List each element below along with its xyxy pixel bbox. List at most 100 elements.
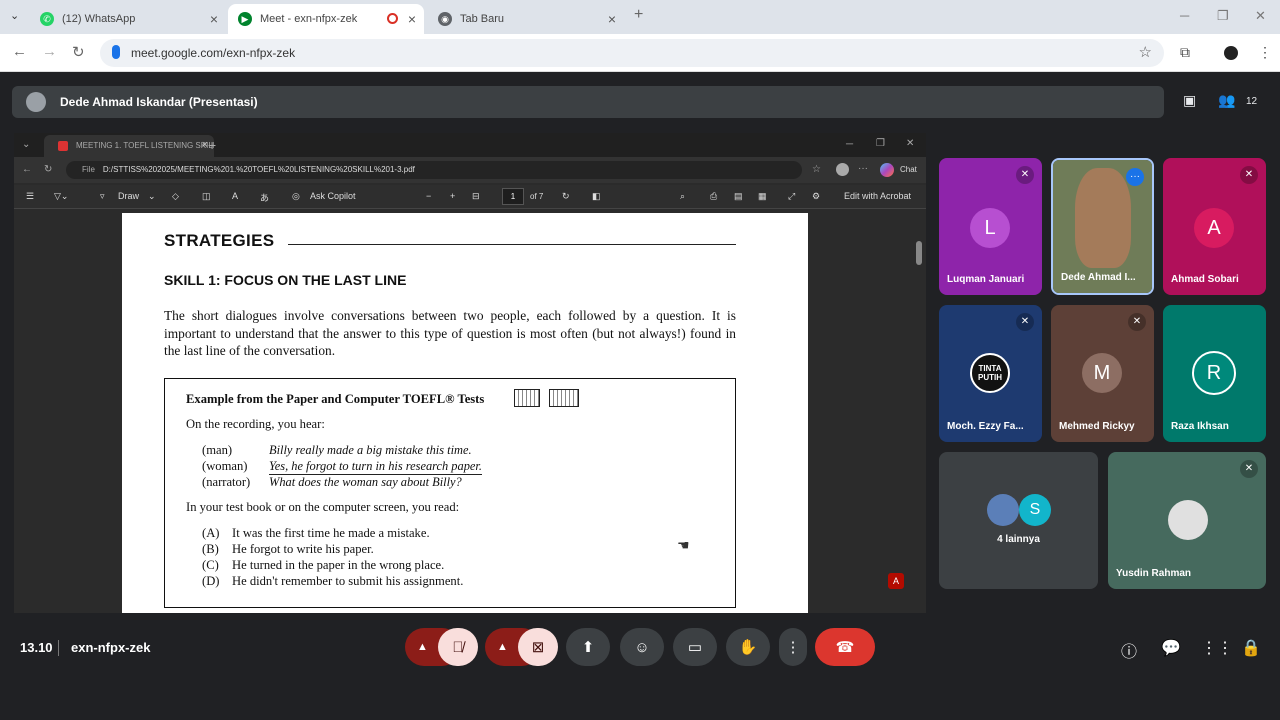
extensions-icon[interactable]: ⧉: [1180, 44, 1190, 61]
more-options-button[interactable]: ⋮: [779, 628, 807, 666]
minimize-icon[interactable]: ─: [1180, 8, 1189, 23]
chat-icon[interactable]: 💬: [1161, 638, 1181, 658]
text-box-icon: ◫: [202, 191, 211, 201]
maximize-icon[interactable]: ❐: [1217, 8, 1229, 24]
shared-url-box: File D:/STTISS%202025/MEETING%201.%20TOEF…: [66, 161, 802, 179]
recording-icon: [387, 13, 398, 24]
back-icon: ←: [22, 164, 32, 175]
raise-hand-button[interactable]: ✋: [726, 628, 770, 666]
copilot-icon: [880, 163, 894, 177]
close-icon[interactable]: ×: [408, 11, 416, 27]
example-box: Example from the Paper and Computer TOEF…: [164, 378, 736, 608]
participant-tile-active[interactable]: ··· Dede Ahmad I...: [1051, 158, 1154, 295]
forward-icon[interactable]: →: [42, 43, 57, 60]
option-letter: (B): [202, 542, 219, 556]
expand-icon: ⤢: [788, 191, 796, 201]
reload-icon[interactable]: ↻: [72, 43, 85, 61]
apps-icon[interactable]: ⋮⋮: [1201, 638, 1233, 658]
option-text: He didn't remember to submit his assignm…: [232, 574, 464, 588]
shared-screen: ⌄ MEETING 1. TOEFL LISTENING SKILL 1-3.p…: [14, 133, 926, 613]
menu-icon[interactable]: ⋮: [1258, 44, 1272, 61]
participant-tile[interactable]: M ✕ Mehmed Rickyy: [1051, 305, 1154, 442]
more-vert-icon: ⋮: [785, 639, 801, 656]
host-controls-icon[interactable]: 🔒: [1241, 638, 1261, 658]
others-count: 4 lainnya: [997, 534, 1040, 545]
address-bar[interactable]: meet.google.com/exn-nfpx-zek ☆: [100, 39, 1164, 67]
maximize-icon: ❐: [876, 138, 885, 149]
speaker-label: (narrator): [202, 475, 251, 489]
search-icon: ⌕: [680, 191, 686, 201]
meet-icon: ▶: [238, 12, 252, 26]
read-aloud-icon: A: [232, 191, 239, 201]
more-options-icon[interactable]: ···: [1126, 168, 1144, 186]
participant-count: 12: [1246, 96, 1258, 107]
draw-icon: ▿: [100, 191, 105, 201]
avatar: [26, 92, 46, 112]
video-off-icon[interactable]: ▣: [1183, 92, 1196, 109]
participant-tile[interactable]: ✕ Yusdin Rahman: [1108, 452, 1266, 589]
settings-icon: ⚙: [812, 191, 821, 201]
profile-icon[interactable]: [1224, 46, 1238, 60]
captions-button[interactable]: ▭: [673, 628, 717, 666]
participant-tile[interactable]: TINTA PUTIH ✕ Moch. Ezzy Fa...: [939, 305, 1042, 442]
participant-tile[interactable]: A ✕ Ahmad Sobari: [1163, 158, 1266, 295]
mic-indicator-icon: [112, 45, 120, 59]
new-tab-icon[interactable]: +: [634, 6, 643, 24]
tab-search-icon[interactable]: ⌄: [10, 9, 19, 22]
shared-address-bar: ← ↻ File D:/STTISS%202025/MEETING%201.%20…: [14, 157, 926, 183]
chevron-up-icon: ▲: [417, 641, 428, 653]
people-icon[interactable]: 👥: [1218, 92, 1235, 109]
file-label: File: [82, 165, 95, 174]
meeting-code: exn-nfpx-zek: [71, 640, 151, 655]
shared-scrollbar: [916, 241, 922, 265]
participant-tile[interactable]: R Raza Ikhsan: [1163, 305, 1266, 442]
participant-name: Ahmad Sobari: [1171, 274, 1239, 285]
reload-icon: ↻: [44, 164, 53, 175]
close-icon[interactable]: ×: [210, 11, 218, 27]
save-icon: ▤: [734, 191, 743, 201]
participant-avatar: R: [1192, 351, 1236, 395]
highlight-icon: ▽⌄: [54, 191, 69, 201]
book-icon: [514, 389, 540, 407]
window-close-icon: ✕: [906, 138, 915, 149]
back-icon[interactable]: ←: [12, 43, 27, 60]
test-book-line: In your test book or on the computer scr…: [186, 500, 460, 514]
present-button[interactable]: ⬆: [566, 628, 610, 666]
zoom-out-icon: −: [426, 191, 432, 201]
browser-tab-bar: ⌄ ✆ (12) WhatsApp × ▶ Meet - exn-nfpx-ze…: [0, 0, 1280, 34]
draw-label: Draw: [118, 191, 140, 201]
acrobat-icon: A: [888, 573, 904, 589]
participant-tile[interactable]: L ✕ Luqman Januari: [939, 158, 1042, 295]
reactions-button[interactable]: ☺: [620, 628, 664, 666]
leave-call-button[interactable]: ☎: [815, 628, 875, 666]
window-close-icon[interactable]: ✕: [1255, 8, 1266, 24]
pdf-toolbar: ☰ ▽⌄ ▿ Draw ⌄ ◇ ◫ A あ ◎ Ask Copilot − + …: [14, 185, 926, 209]
fit-page-icon: ⊟: [472, 191, 480, 201]
close-icon[interactable]: ×: [608, 11, 616, 27]
tab-whatsapp[interactable]: ✆ (12) WhatsApp ×: [30, 4, 226, 34]
mic-off-icon: 🎙̸: [452, 638, 464, 656]
skill-heading: SKILL 1: FOCUS ON THE LAST LINE: [164, 272, 407, 288]
rotate-icon: ↻: [562, 191, 570, 201]
copilot-icon: ◎: [292, 191, 300, 201]
hang-up-icon: ☎: [835, 639, 855, 656]
mic-toggle-button[interactable]: 🎙̸: [438, 628, 478, 666]
save-as-icon: ▦: [758, 191, 767, 201]
emoji-icon: ☺: [634, 638, 650, 656]
bookmark-star-icon[interactable]: ☆: [1139, 43, 1152, 61]
camera-toggle-button[interactable]: ⊠: [518, 628, 558, 666]
option-text: He turned in the paper in the wrong plac…: [232, 558, 445, 572]
mic-off-icon: ✕: [1128, 313, 1146, 331]
chevron-down-icon: ⌄: [148, 191, 156, 201]
info-icon[interactable]: ⓘ: [1121, 638, 1137, 662]
example-title: Example from the Paper and Computer TOEF…: [186, 392, 485, 406]
url-text: meet.google.com/exn-nfpx-zek: [131, 46, 296, 60]
avatar: [987, 494, 1019, 526]
option-letter: (C): [202, 558, 219, 572]
others-tile[interactable]: S 4 lainnya: [939, 452, 1098, 589]
tab-new[interactable]: ◉ Tab Baru ×: [428, 4, 624, 34]
participant-logo: TINTA PUTIH: [970, 353, 1010, 393]
more-icon: ···: [858, 163, 868, 174]
mic-off-icon: ✕: [1240, 166, 1258, 184]
tab-meet[interactable]: ▶ Meet - exn-nfpx-zek ×: [228, 4, 424, 34]
